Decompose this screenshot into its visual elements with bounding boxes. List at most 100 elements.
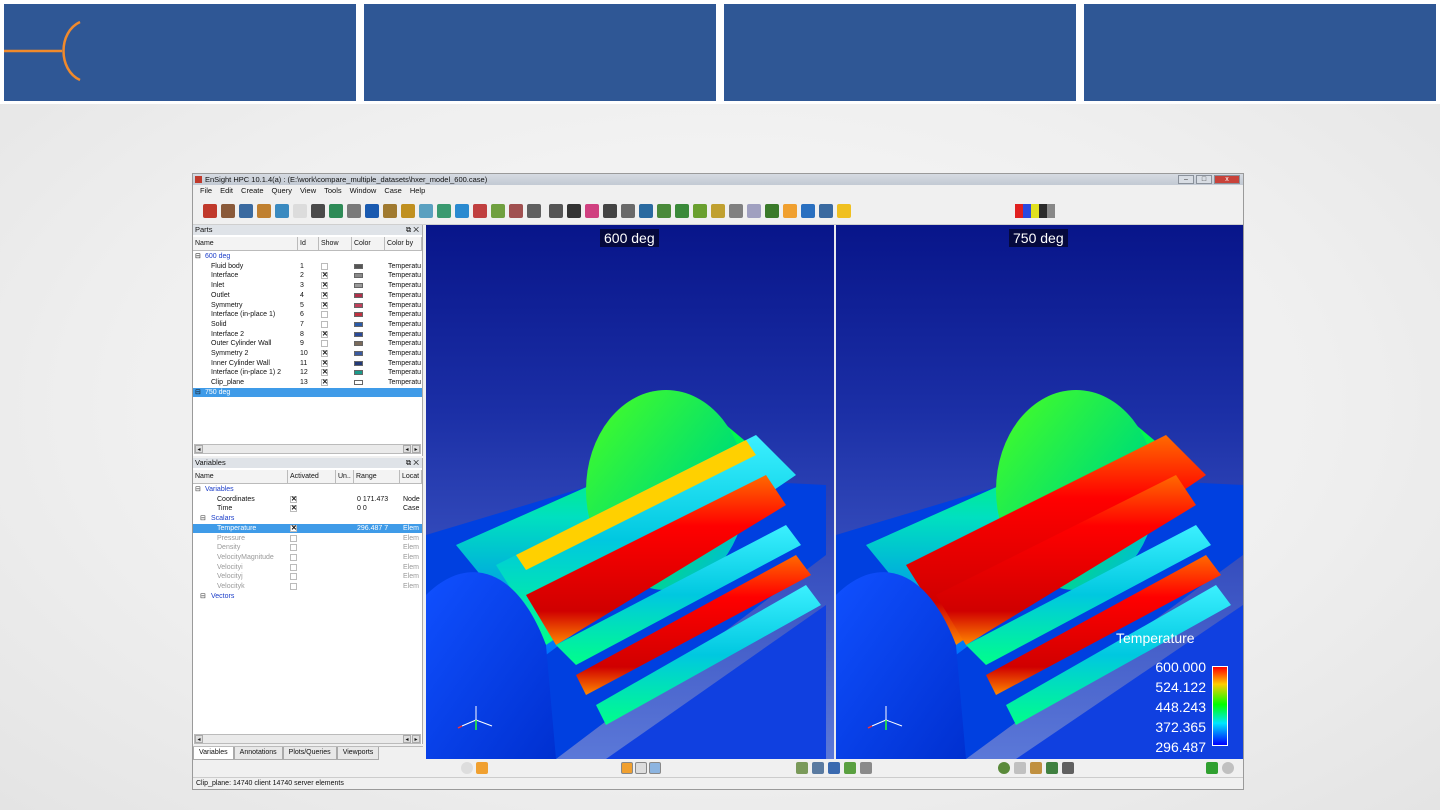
part-icon[interactable] <box>221 204 235 218</box>
column-header-color[interactable]: Color <box>352 237 385 251</box>
triangle-icon[interactable] <box>693 204 707 218</box>
scroll-left-icon[interactable]: ◂ <box>195 445 203 453</box>
show-checkbox[interactable]: ✕ <box>321 350 328 357</box>
minimize-button[interactable]: – <box>1178 175 1194 184</box>
split-viewport-icon[interactable] <box>635 762 647 774</box>
menu-create[interactable]: Create <box>237 185 268 197</box>
probe-icon[interactable] <box>1030 762 1042 774</box>
surface-icon[interactable] <box>819 204 833 218</box>
activated-checkbox[interactable] <box>290 573 297 581</box>
collapse-icon[interactable]: ⊟ <box>195 485 201 495</box>
record-icon[interactable] <box>461 762 473 774</box>
activated-checkbox[interactable] <box>290 544 297 552</box>
menu-tools[interactable]: Tools <box>320 185 346 197</box>
light-icon[interactable] <box>765 204 779 218</box>
variable-group-row[interactable]: ⊟ Variables <box>193 485 422 495</box>
graphics-viewport[interactable]: 600 deg 750 deg Temperature 600.000 524.… <box>426 225 1243 759</box>
menu-file[interactable]: File <box>196 185 216 197</box>
collapse-icon[interactable]: ⊟ <box>200 592 206 602</box>
part-color-swatch[interactable] <box>354 370 363 376</box>
variable-row[interactable]: Pressure Elem <box>193 534 422 544</box>
tab-plots-queries[interactable]: Plots/Queries <box>282 747 337 760</box>
scroll-left-icon[interactable]: ◂ <box>195 735 203 743</box>
part-color-swatch[interactable] <box>354 302 363 308</box>
part-edit-icon[interactable] <box>239 204 253 218</box>
part-row[interactable]: Interface 2 8 ✕ Temperatu <box>193 330 422 340</box>
tab-viewports[interactable]: Viewports <box>336 747 380 760</box>
tools-icon[interactable] <box>860 762 872 774</box>
menu-query[interactable]: Query <box>268 185 296 197</box>
activated-checkbox[interactable]: ✕ <box>290 524 297 532</box>
part-row[interactable]: Outer Cylinder Wall 9 Temperatu <box>193 339 422 349</box>
scroll-right-icon[interactable]: ▸ <box>412 735 420 743</box>
collapse-icon[interactable]: ⊟ <box>195 388 201 398</box>
shade-icon[interactable] <box>549 204 563 218</box>
part-color-swatch[interactable] <box>354 360 363 366</box>
particle-icon[interactable] <box>257 204 271 218</box>
variable-row[interactable]: Time ✕ 0 0 Case <box>193 504 422 514</box>
maximize-button[interactable]: □ <box>1196 175 1212 184</box>
filter-icon[interactable] <box>1014 762 1026 774</box>
menu-window[interactable]: Window <box>346 185 381 197</box>
part-row[interactable]: Interface (in-place 1) 6 Temperatu <box>193 310 422 320</box>
column-header-show[interactable]: Show <box>319 237 352 251</box>
show-checkbox[interactable]: ✕ <box>321 359 328 367</box>
step-icon[interactable] <box>1062 762 1074 774</box>
panel-close-icon[interactable]: ⧉ ✕ <box>406 225 419 235</box>
color-icon[interactable] <box>329 204 343 218</box>
part-group-row[interactable]: ⊟ 750 deg <box>193 387 422 398</box>
variable-row[interactable]: Velocityk Elem <box>193 582 422 592</box>
menu-view[interactable]: View <box>296 185 320 197</box>
part-color-swatch[interactable] <box>354 351 363 356</box>
rotate-icon[interactable] <box>812 762 824 774</box>
part-row[interactable]: Fluid body 1 Temperatu <box>193 262 422 272</box>
query-icon[interactable] <box>311 204 325 218</box>
vector-icon[interactable] <box>491 204 505 218</box>
case-icon[interactable] <box>401 204 415 218</box>
lines-icon[interactable] <box>603 204 617 218</box>
plot-icon[interactable] <box>347 204 361 218</box>
hand-icon[interactable] <box>476 762 488 774</box>
close-button[interactable]: x <box>1214 175 1240 184</box>
variable-group-row[interactable]: ⊟ Vectors <box>193 592 422 602</box>
activated-checkbox[interactable]: ✕ <box>290 505 297 513</box>
part-color-swatch[interactable] <box>354 283 363 289</box>
part-row[interactable]: Inlet 3 ✕ Temperatu <box>193 281 422 291</box>
column-header-units[interactable]: Un.. <box>336 470 354 484</box>
axis-icon[interactable] <box>729 204 743 218</box>
variable-row[interactable]: Velocityj Elem <box>193 572 422 582</box>
column-header-name[interactable]: Name <box>193 237 298 251</box>
tab-variables[interactable]: Variables <box>193 747 234 760</box>
part-color-swatch[interactable] <box>354 263 363 269</box>
undo-view-icon[interactable] <box>1046 762 1058 774</box>
panel-close-icon[interactable]: ⧉ ✕ <box>406 458 419 468</box>
frame-icon[interactable] <box>747 204 761 218</box>
menu-edit[interactable]: Edit <box>216 185 237 197</box>
show-checkbox[interactable]: ✕ <box>321 330 328 338</box>
info-icon[interactable] <box>1206 762 1218 774</box>
palette-swatch-icon[interactable] <box>1015 204 1023 218</box>
show-checkbox[interactable]: ✕ <box>321 291 328 299</box>
text-icon[interactable] <box>365 204 379 218</box>
part-color-swatch[interactable] <box>354 273 363 279</box>
part-color-swatch[interactable] <box>354 380 363 386</box>
camera-icon[interactable] <box>419 204 433 218</box>
part-row[interactable]: Symmetry 2 10 ✕ Temperatu <box>193 349 422 359</box>
flow-icon[interactable] <box>657 204 671 218</box>
activated-checkbox[interactable]: ✕ <box>290 495 297 503</box>
part-row[interactable]: Clip_plane 13 ✕ Temperatu <box>193 378 422 388</box>
part-row[interactable]: Interface (in-place 1) 2 12 ✕ Temperatu <box>193 368 422 378</box>
show-checkbox[interactable]: ✕ <box>321 379 328 387</box>
column-header-location[interactable]: Locat <box>400 470 422 484</box>
column-header-range[interactable]: Range <box>354 470 400 484</box>
show-checkbox[interactable] <box>321 320 328 328</box>
variable-row[interactable]: Coordinates ✕ 0 171.473 Node <box>193 495 422 505</box>
part-group-row[interactable]: ⊟ 600 deg <box>193 252 422 262</box>
part-row[interactable]: Inner Cylinder Wall 11 ✕ Temperatu <box>193 359 422 369</box>
show-checkbox[interactable]: ✕ <box>321 282 328 290</box>
show-checkbox[interactable] <box>321 262 328 270</box>
part-color-swatch[interactable] <box>354 331 363 337</box>
show-checkbox[interactable]: ✕ <box>321 369 328 377</box>
palette-swatch-icon[interactable] <box>1039 204 1047 218</box>
view-icon[interactable] <box>275 204 289 218</box>
